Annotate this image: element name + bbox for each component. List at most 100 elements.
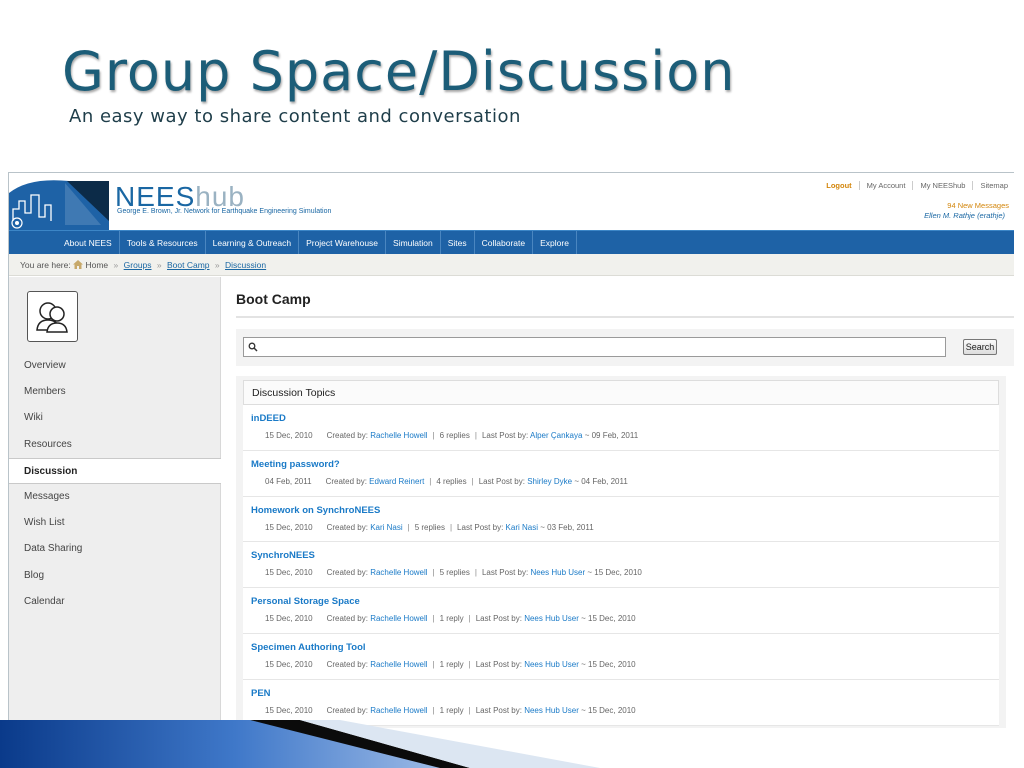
topic-row: Homework on SynchroNEES 15 Dec, 2010 Creat… xyxy=(243,496,999,543)
sidebar-item-calendar[interactable]: Calendar xyxy=(9,589,221,615)
meta-separator: | xyxy=(407,522,410,532)
topic-author-link[interactable]: Rachelle Howell xyxy=(370,431,427,440)
topic-author-link[interactable]: Edward Reinert xyxy=(369,477,424,486)
topic-row: inDEED 15 Dec, 2010 Created by: Rachelle H… xyxy=(243,405,999,451)
created-by-label: Created by: xyxy=(326,431,368,440)
last-post-label: Last Post by: xyxy=(481,568,529,578)
topic-title-link[interactable]: Homework on SynchroNEES xyxy=(251,505,999,516)
decorative-footer-band xyxy=(0,720,600,768)
sidebar-item-discussion[interactable]: Discussion xyxy=(9,457,221,484)
meta-separator: | xyxy=(468,659,471,669)
topic-title-link[interactable]: Personal Storage Space xyxy=(251,596,999,607)
new-messages-link[interactable]: 94 New Messages xyxy=(947,201,1009,210)
topic-replies: 1 reply xyxy=(439,614,464,624)
last-post-date: ~ 04 Feb, 2011 xyxy=(574,476,628,486)
group-avatar-icon xyxy=(36,302,68,333)
topic-author-link[interactable]: Rachelle Howell xyxy=(370,660,427,669)
nav-learning-outreach[interactable]: Learning & Outreach xyxy=(206,231,300,255)
meta-separator: | xyxy=(432,431,435,440)
nav-about-nees[interactable]: About NEES xyxy=(57,231,120,255)
sidebar-item-messages[interactable]: Messages xyxy=(9,484,221,510)
breadcrumb-boot-camp[interactable]: Boot Camp xyxy=(167,260,210,270)
search-icon xyxy=(248,342,258,352)
meta-separator: | xyxy=(429,476,432,486)
breadcrumb-separator: » xyxy=(214,260,220,270)
sidebar-item-wiki[interactable]: Wiki xyxy=(9,405,221,431)
sidebar-item-members[interactable]: Members xyxy=(9,379,221,405)
topic-author-link[interactable]: Kari Nasi xyxy=(370,523,402,532)
topic-row: Specimen Authoring Tool 15 Dec, 2010 Creat… xyxy=(243,633,999,680)
sidebar-item-overview[interactable]: Overview xyxy=(9,353,221,379)
topic-meta: 15 Dec, 2010 Created by: Kari Nasi | 5 repl… xyxy=(251,523,999,532)
sidebar-item-data-sharing[interactable]: Data Sharing xyxy=(9,536,221,562)
topic-meta: 15 Dec, 2010 Created by: Rachelle Howell |… xyxy=(251,431,999,440)
last-post-author-link[interactable]: Nees Hub User xyxy=(530,568,585,577)
last-post-author-link[interactable]: Shirley Dyke xyxy=(527,477,572,486)
topic-meta: 15 Dec, 2010 Created by: Rachelle Howell |… xyxy=(251,706,999,715)
sidebar-item-wish-list[interactable]: Wish List xyxy=(9,510,221,536)
breadcrumb-groups[interactable]: Groups xyxy=(124,260,152,270)
topic-row: PEN 15 Dec, 2010 Created by: Rachelle Howe… xyxy=(243,679,999,726)
topic-title-link[interactable]: inDEED xyxy=(251,413,999,424)
my-account-link[interactable]: My Account xyxy=(858,181,913,190)
breadcrumb-prefix: You are here: xyxy=(20,260,71,270)
topic-meta: 15 Dec, 2010 Created by: Rachelle Howell |… xyxy=(251,660,999,669)
user-name-link[interactable]: Ellen M. Rathje (erathje) xyxy=(924,211,1005,220)
site-brand[interactable]: NEEShub xyxy=(115,183,245,211)
meta-separator: | xyxy=(432,659,435,669)
last-post-label: Last Post by: xyxy=(475,614,522,624)
last-post-author-link[interactable]: Kari Nasi xyxy=(506,523,538,532)
topic-replies: 5 replies xyxy=(414,522,445,532)
meta-separator: | xyxy=(474,431,477,440)
nav-collaborate[interactable]: Collaborate xyxy=(475,231,534,255)
discussion-topics: Discussion Topics inDEED 15 Dec, 2010 Crea… xyxy=(236,376,1006,728)
nav-tools-resources[interactable]: Tools & Resources xyxy=(120,231,206,255)
topic-author-link[interactable]: Rachelle Howell xyxy=(370,568,427,577)
search-input[interactable] xyxy=(243,337,946,357)
title-divider xyxy=(236,316,1014,318)
logout-link[interactable]: Logout xyxy=(819,181,858,190)
last-post-author-link[interactable]: Nees Hub User xyxy=(524,706,579,715)
brand-tagline: George E. Brown, Jr. Network for Earthqu… xyxy=(117,208,332,215)
meta-separator: | xyxy=(474,568,477,578)
main-nav: About NEES Tools & Resources Learning & … xyxy=(9,230,1014,255)
topic-date: 04 Feb, 2011 xyxy=(265,476,312,486)
topic-author-link[interactable]: Rachelle Howell xyxy=(370,706,427,715)
topic-title-link[interactable]: PEN xyxy=(251,688,999,699)
topic-title-link[interactable]: Specimen Authoring Tool xyxy=(251,642,999,653)
topic-row: Personal Storage Space 15 Dec, 2010 Create… xyxy=(243,588,999,634)
skyline-logo-icon[interactable] xyxy=(9,173,109,230)
topic-replies: 5 replies xyxy=(439,568,470,578)
meta-separator: | xyxy=(432,568,435,578)
created-by-label: Created by: xyxy=(326,568,368,578)
created-by-label: Created by: xyxy=(326,659,368,669)
breadcrumb-home[interactable]: Home xyxy=(85,260,108,270)
slide-title: Group Space/Discussion xyxy=(62,40,736,103)
topic-row: Meeting password? 04 Feb, 2011 Created by:… xyxy=(243,450,999,497)
last-post-date: ~ 15 Dec, 2010 xyxy=(581,705,636,715)
topic-title-link[interactable]: Meeting password? xyxy=(251,459,999,470)
my-neeshub-link[interactable]: My NEEShub xyxy=(912,181,972,190)
topic-row: SynchroNEES 15 Dec, 2010 Created by: Rache… xyxy=(243,542,999,589)
group-sidebar: Overview Members Wiki Resources Discussi… xyxy=(9,277,221,728)
last-post-author-link[interactable]: Nees Hub User xyxy=(524,660,579,669)
breadcrumb-discussion[interactable]: Discussion xyxy=(225,260,266,270)
topic-title-link[interactable]: SynchroNEES xyxy=(251,550,999,561)
search-button[interactable]: Search xyxy=(963,339,997,355)
last-post-author-link[interactable]: Nees Hub User xyxy=(524,614,579,623)
page-title: Boot Camp xyxy=(236,291,311,307)
account-links: Logout My Account My NEEShub Sitemap xyxy=(819,181,1014,190)
nav-sites[interactable]: Sites xyxy=(441,231,475,255)
topic-author-link[interactable]: Rachelle Howell xyxy=(370,614,427,623)
topic-meta: 15 Dec, 2010 Created by: Rachelle Howell |… xyxy=(251,568,999,577)
sitemap-link[interactable]: Sitemap xyxy=(972,181,1014,190)
nav-project-warehouse[interactable]: Project Warehouse xyxy=(299,231,387,255)
last-post-author-link[interactable]: Alper Çankaya xyxy=(530,431,582,440)
sidebar-item-resources[interactable]: Resources xyxy=(9,432,221,458)
nav-simulation[interactable]: Simulation xyxy=(386,231,441,255)
sidebar-item-blog[interactable]: Blog xyxy=(9,563,221,589)
last-post-date: ~ 15 Dec, 2010 xyxy=(581,614,636,624)
nav-explore[interactable]: Explore xyxy=(533,231,577,255)
slide-subtitle: An easy way to share content and convers… xyxy=(69,106,521,127)
home-icon xyxy=(73,260,84,269)
